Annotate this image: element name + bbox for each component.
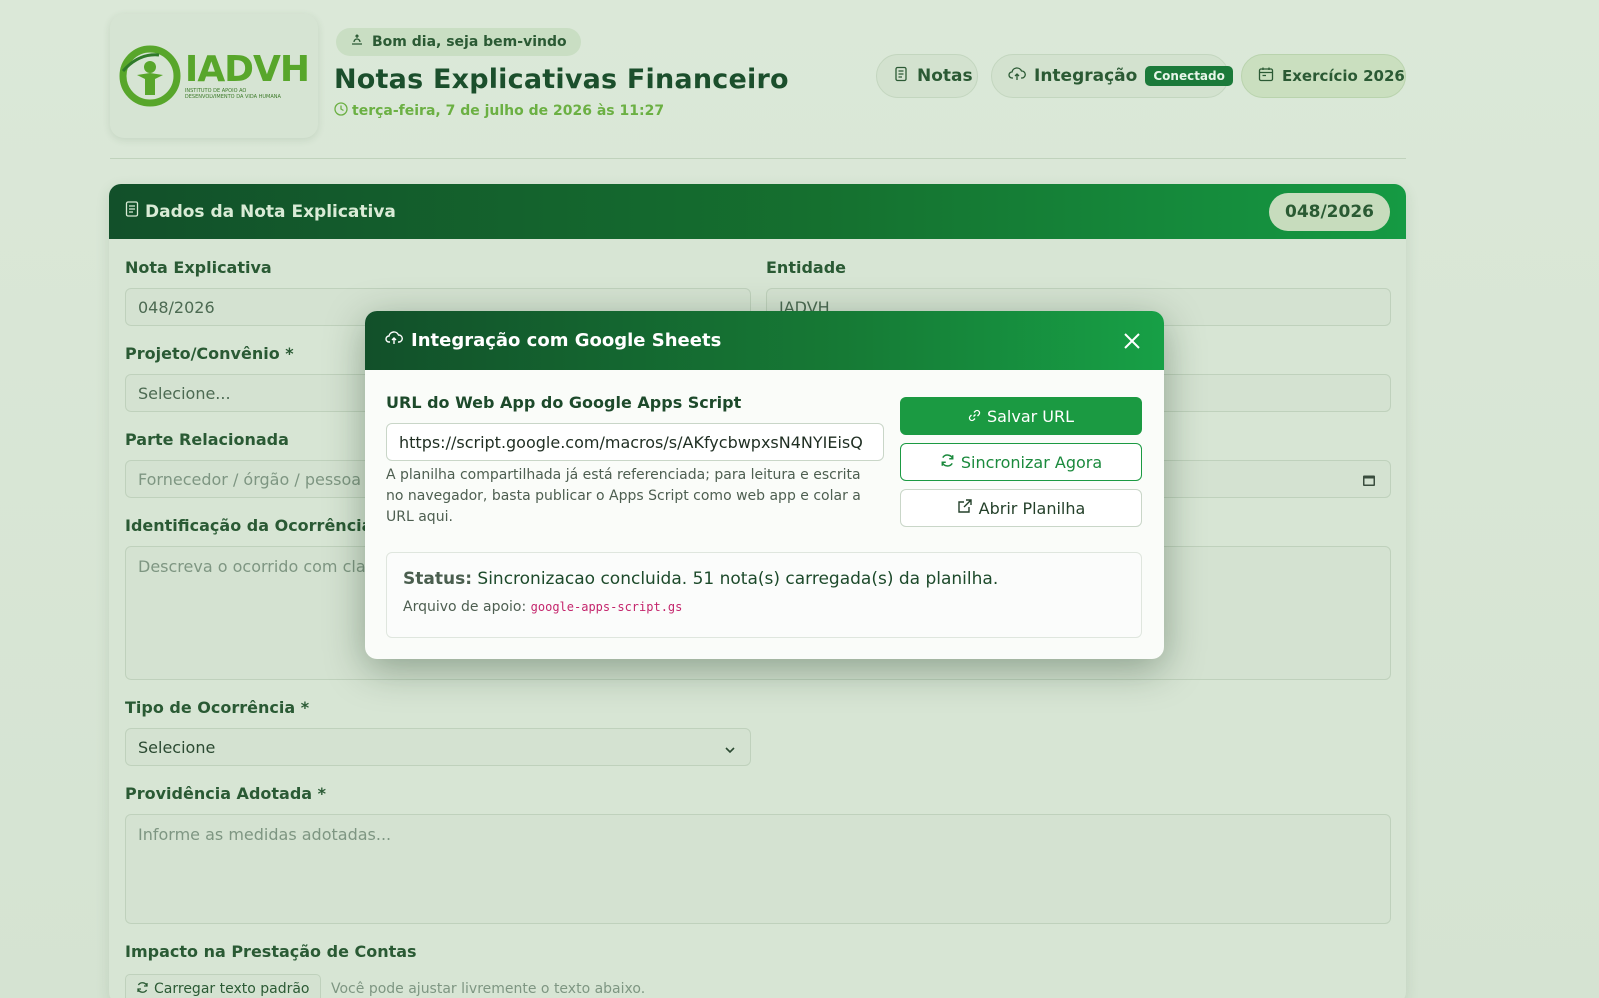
- impacto-label: Impacto na Prestação de Contas: [125, 942, 417, 961]
- status-label: Status:: [403, 569, 472, 589]
- load-hint-text: Você pode ajustar livremente o texto aba…: [331, 981, 646, 997]
- tipo-select-value: Selecione: [138, 737, 216, 757]
- cloud-upload-icon: [1008, 66, 1026, 87]
- tipo-select[interactable]: Selecione: [125, 728, 751, 766]
- sunrise-icon: [350, 33, 364, 51]
- modal-title: Integração com Google Sheets: [411, 330, 722, 351]
- url-label: URL do Web App do Google Apps Script: [386, 393, 742, 412]
- support-file-label: Arquivo de apoio:: [403, 599, 527, 615]
- google-sheets-modal: Integração com Google Sheets URL do Web …: [365, 311, 1164, 659]
- support-file-name: google-apps-script.gs: [530, 600, 683, 614]
- connection-status-badge: Conectado: [1145, 66, 1233, 86]
- external-link-icon: [957, 498, 973, 518]
- save-url-button[interactable]: Salvar URL: [900, 397, 1142, 435]
- calendar-icon: [1258, 66, 1274, 86]
- greeting-text: Bom dia, seja bem-vindo: [372, 34, 567, 50]
- sync-now-button[interactable]: Sincronizar Agora: [900, 443, 1142, 481]
- card-header: Dados da Nota Explicativa 048/2026: [109, 184, 1406, 239]
- load-default-text-button[interactable]: Carregar texto padrão: [125, 974, 321, 998]
- logo-subtext: INSTITUTO DE APOIO AO DESENVOLVIMENTO DA…: [184, 88, 281, 100]
- logo: IADVH INSTITUTO DE APOIO AO DESENVOLVIME…: [110, 14, 318, 138]
- greeting-badge: Bom dia, seja bem-vindo: [336, 28, 581, 56]
- url-help-text: A planilha compartilhada já está referen…: [386, 467, 861, 525]
- ocorrencia-label: Identificação da Ocorrência *: [125, 516, 387, 535]
- nota-label: Nota Explicativa: [125, 258, 272, 277]
- load-default-text-label: Carregar texto padrão: [154, 981, 310, 997]
- integracao-button[interactable]: Integração Conectado: [991, 54, 1233, 98]
- integracao-button-label: Integração: [1034, 66, 1138, 86]
- providencia-label: Providência Adotada *: [125, 784, 327, 803]
- exercicio-button-label: Exercício 2026: [1282, 67, 1405, 85]
- clock-icon: [334, 102, 348, 120]
- notes-icon: [893, 66, 909, 87]
- page-title: Notas Explicativas Financeiro: [334, 64, 789, 95]
- refresh-icon: [136, 981, 149, 998]
- header-divider: [110, 158, 1406, 159]
- tipo-label: Tipo de Ocorrência *: [125, 698, 310, 717]
- chevron-down-icon: [724, 741, 736, 760]
- card-title: Dados da Nota Explicativa: [145, 201, 396, 222]
- open-sheet-label: Abrir Planilha: [978, 498, 1086, 518]
- open-sheet-button[interactable]: Abrir Planilha: [900, 489, 1142, 527]
- providencia-textarea[interactable]: Informe as medidas adotadas...: [125, 814, 1391, 924]
- projeto-label: Projeto/Convênio *: [125, 344, 294, 363]
- status-panel: Status: Sincronizacao concluida. 51 nota…: [386, 552, 1142, 638]
- cloud-upload-icon: [385, 330, 403, 351]
- sync-now-label: Sincronizar Agora: [960, 452, 1103, 472]
- parte-label: Parte Relacionada: [125, 430, 289, 449]
- page-background: IADVH INSTITUTO DE APOIO AO DESENVOLVIME…: [0, 0, 1599, 998]
- document-icon: [125, 201, 139, 222]
- modal-header: Integração com Google Sheets: [365, 311, 1164, 370]
- sync-icon: [940, 453, 955, 472]
- exercicio-button[interactable]: Exercício 2026: [1241, 54, 1406, 98]
- datetime-line: terça-feira, 7 de julho de 2026 às 11:27: [334, 102, 664, 120]
- datetime-text: terça-feira, 7 de julho de 2026 às 11:27: [352, 103, 665, 119]
- webapp-url-input[interactable]: https://script.google.com/macros/s/AKfyc…: [386, 423, 884, 461]
- notas-button-label: Notas: [917, 66, 973, 86]
- nota-number-badge: 048/2026: [1268, 192, 1390, 231]
- logo-mark-icon: [119, 45, 181, 107]
- status-text: Sincronizacao concluida. 51 nota(s) carr…: [477, 569, 999, 589]
- entidade-label: Entidade: [766, 258, 847, 277]
- link-icon: [968, 407, 981, 426]
- notas-button[interactable]: Notas: [876, 54, 978, 98]
- calendar-picker-icon[interactable]: [1362, 472, 1376, 491]
- close-icon[interactable]: [1120, 329, 1144, 353]
- logo-wordmark: IADVH: [184, 49, 310, 90]
- save-url-label: Salvar URL: [986, 406, 1075, 426]
